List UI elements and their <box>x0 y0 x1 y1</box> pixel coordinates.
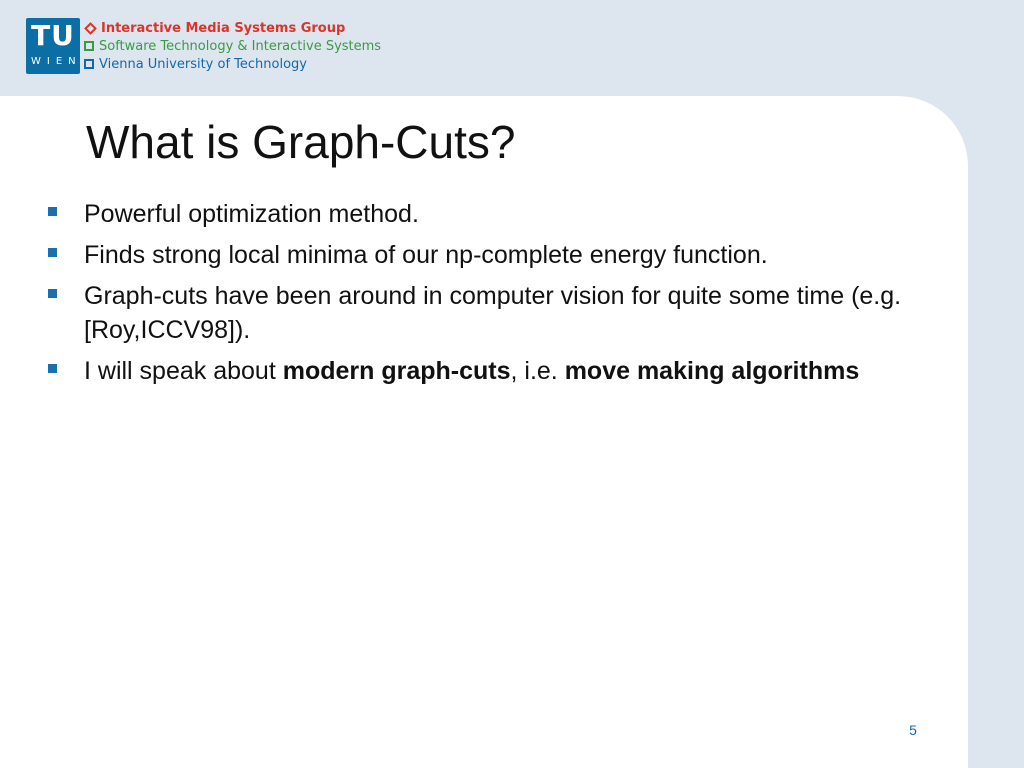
square-icon <box>84 41 94 51</box>
bullet-text-bold: move making algorithms <box>564 357 860 385</box>
institution-line-ims-text: Interactive Media Systems Group <box>101 20 346 36</box>
diamond-icon <box>84 21 97 35</box>
bullet-text-plain: , i.e. <box>510 357 565 385</box>
bullet-item: Finds strong local minima of our np-comp… <box>46 238 906 272</box>
institution-lines: Interactive Media Systems Group Software… <box>84 19 381 73</box>
bullet-square-icon <box>48 248 57 257</box>
institution-line-tuw-text: Vienna University of Technology <box>99 56 307 72</box>
page-number: 5 <box>909 722 917 738</box>
institution-line-sts-text: Software Technology & Interactive System… <box>99 38 382 54</box>
bullet-text-bold: modern graph-cuts <box>282 357 511 385</box>
bullet-text: Finds strong local minima of our np-comp… <box>84 241 768 269</box>
bullet-item: Powerful optimization method. <box>46 197 906 231</box>
square-icon <box>84 59 94 69</box>
logo-tu-text: TU <box>31 19 75 52</box>
institution-line-sts: Software Technology & Interactive System… <box>84 37 381 55</box>
institution-line-tuw: Vienna University of Technology <box>84 55 381 73</box>
slide-title: What is Graph-Cuts? <box>86 116 516 168</box>
bullet-list: Powerful optimization method. Finds stro… <box>46 197 906 395</box>
bullet-text: Graph-cuts have been around in computer … <box>84 282 902 344</box>
bullet-item: Graph-cuts have been around in computer … <box>46 279 906 347</box>
bullet-text-plain: I will speak about <box>84 357 283 385</box>
bullet-text: Powerful optimization method. <box>84 200 419 228</box>
tu-wien-logo: TU WIEN <box>26 18 80 74</box>
bullet-square-icon <box>48 207 57 216</box>
slide-header: TU WIEN Interactive Media Systems Group … <box>0 0 1024 96</box>
bullet-square-icon <box>48 364 57 373</box>
bullet-item: I will speak about modern graph-cuts, i.… <box>46 354 906 388</box>
institution-line-ims: Interactive Media Systems Group <box>84 19 381 37</box>
bullet-square-icon <box>48 289 57 298</box>
logo-wien-text: WIEN <box>31 56 82 67</box>
